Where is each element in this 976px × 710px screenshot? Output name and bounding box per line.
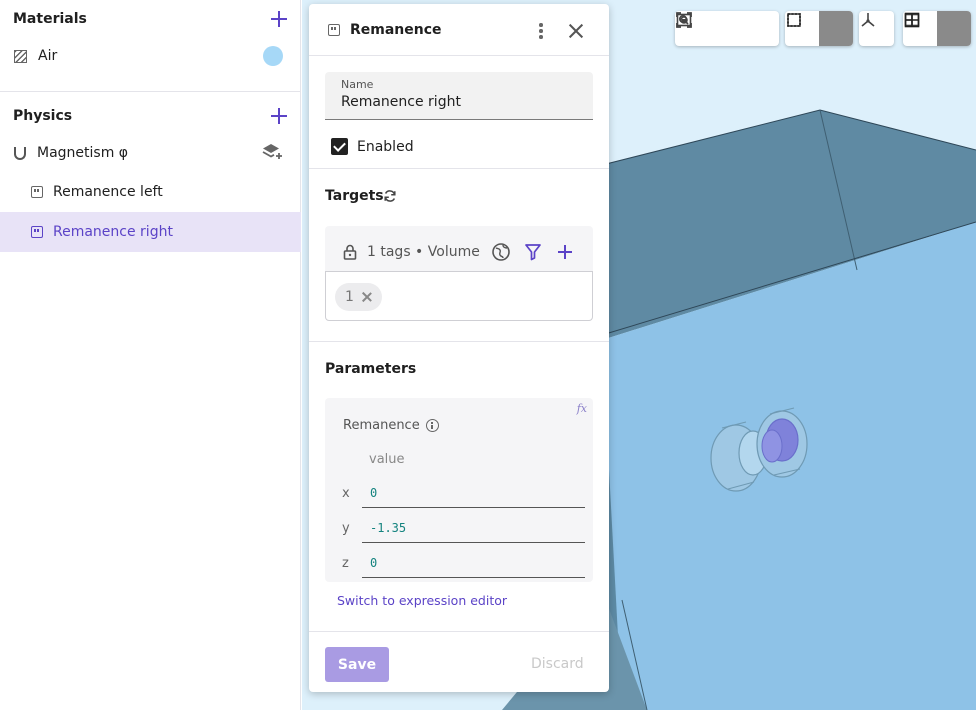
- physics-header: Physics: [13, 104, 289, 128]
- switch-to-expression-editor-link[interactable]: Switch to expression editor: [337, 593, 507, 608]
- screenshot-icon: [676, 13, 692, 27]
- material-hatch-icon: [14, 49, 27, 63]
- parameters-title: Parameters: [325, 361, 417, 377]
- sidebar-divider: [0, 91, 301, 92]
- more-options-icon[interactable]: [539, 23, 543, 39]
- screenshot-button[interactable]: [676, 11, 777, 46]
- view-toolbar-group-1: [675, 11, 779, 46]
- physics-title: Physics: [13, 108, 73, 124]
- lock-icon[interactable]: [343, 244, 357, 260]
- save-button[interactable]: Save: [325, 647, 389, 682]
- grid-layout-button[interactable]: [904, 11, 971, 46]
- y-value: -1.35: [370, 521, 407, 535]
- z-axis-label: z: [342, 556, 349, 571]
- target-chips-box[interactable]: 1: [325, 271, 593, 321]
- targets-title: Targets: [325, 188, 384, 204]
- view-toolbar-group-2: [785, 11, 853, 46]
- x-axis-label: x: [342, 486, 350, 501]
- view-toolbar-group-3: [859, 11, 894, 46]
- sidebar-item-remanence-right[interactable]: Remanence right: [0, 212, 301, 252]
- material-item-label: Air: [38, 48, 58, 64]
- sidebar-item-label: Remanence left: [53, 184, 163, 200]
- filter-icon[interactable]: [523, 242, 543, 262]
- name-field[interactable]: Name: [325, 72, 593, 120]
- y-value-field[interactable]: -1.35: [362, 513, 585, 543]
- parameter-label: Remanence: [343, 418, 439, 433]
- materials-header: Materials: [13, 7, 289, 31]
- sidebar: Materials Air Physics Magnetism φ Remane…: [0, 0, 301, 710]
- z-value-field[interactable]: 0: [362, 548, 585, 578]
- material-color-swatch[interactable]: [263, 46, 283, 66]
- physics-model-label: Magnetism φ: [37, 145, 129, 161]
- target-chip-label: 1: [345, 289, 354, 305]
- enabled-checkbox[interactable]: [331, 138, 348, 155]
- target-chip[interactable]: 1: [335, 283, 382, 311]
- materials-title: Materials: [13, 11, 87, 27]
- panel-header: Remanence: [309, 4, 609, 56]
- value-column-header: value: [369, 452, 405, 467]
- function-icon[interactable]: fx: [577, 402, 587, 415]
- section-divider: [309, 168, 609, 169]
- material-item-air[interactable]: Air: [0, 36, 301, 76]
- boundary-condition-icon: [31, 186, 43, 198]
- z-value: 0: [370, 556, 378, 570]
- section-divider: [309, 341, 609, 342]
- remanence-parameter-box: fx Remanence value x 0 y -1.35 z 0: [325, 398, 593, 582]
- physics-model-magnetism[interactable]: Magnetism φ: [0, 133, 301, 173]
- add-layer-icon[interactable]: [261, 142, 283, 164]
- close-icon[interactable]: [568, 23, 584, 39]
- boundary-condition-icon: [328, 23, 340, 36]
- y-axis-label: y: [342, 521, 350, 536]
- remanence-panel: Remanence Name Enabled Targets 1 tags • …: [309, 4, 609, 692]
- axes-icon: [861, 13, 875, 27]
- magnet-icon: [14, 146, 26, 160]
- grid-layout-icon: [904, 12, 920, 28]
- globe-icon[interactable]: [491, 242, 511, 262]
- discard-button[interactable]: Discard: [531, 656, 584, 672]
- name-field-label: Name: [341, 78, 374, 91]
- x-value: 0: [370, 486, 378, 500]
- info-icon[interactable]: [425, 419, 439, 432]
- add-target-icon[interactable]: [555, 242, 575, 262]
- sidebar-item-remanence-left[interactable]: Remanence left: [0, 172, 301, 212]
- boundary-condition-icon: [31, 226, 43, 238]
- refresh-icon[interactable]: [383, 189, 397, 203]
- parameter-label-text: Remanence: [343, 418, 420, 433]
- name-input[interactable]: [341, 94, 581, 110]
- add-physics-icon[interactable]: [269, 106, 289, 126]
- wireframe-view-button[interactable]: [787, 11, 853, 46]
- zoom-fit-button[interactable]: [676, 11, 743, 46]
- panel-footer: Save Discard: [309, 631, 609, 692]
- enabled-label: Enabled: [357, 138, 414, 155]
- enabled-row[interactable]: Enabled: [331, 138, 414, 155]
- wireframe-view-icon: [787, 13, 801, 27]
- add-material-icon[interactable]: [269, 9, 289, 29]
- panel-title: Remanence: [350, 21, 442, 38]
- x-value-field[interactable]: 0: [362, 478, 585, 508]
- axes-button[interactable]: [859, 11, 893, 46]
- sidebar-item-label: Remanence right: [53, 224, 173, 240]
- targets-summary: 1 tags • Volume: [367, 244, 480, 260]
- view-toolbar-group-4: [903, 11, 971, 46]
- remove-chip-icon[interactable]: [362, 292, 372, 302]
